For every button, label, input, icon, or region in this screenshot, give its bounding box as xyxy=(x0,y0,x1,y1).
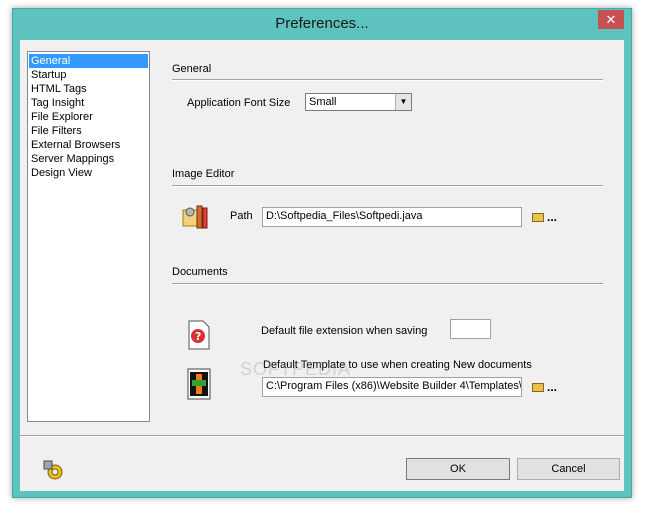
file-extension-label: Default file extension when saving xyxy=(261,325,428,337)
cancel-button[interactable]: Cancel xyxy=(517,458,620,480)
template-browse-button[interactable]: ... xyxy=(532,380,562,396)
font-size-select[interactable]: Small ▼ xyxy=(305,93,412,111)
image-editor-icon xyxy=(182,202,212,232)
general-section-title: General xyxy=(172,63,212,75)
font-size-value: Small xyxy=(309,96,337,108)
watermark-text: SOFTPEDIA xyxy=(240,359,352,379)
file-extension-input[interactable] xyxy=(450,319,491,339)
category-item-external-browsers[interactable]: External Browsers xyxy=(29,138,148,152)
category-item-tag-insight[interactable]: Tag Insight xyxy=(29,96,148,110)
image-editor-browse-button[interactable]: ... xyxy=(532,210,562,226)
window-title: Preferences... xyxy=(275,15,369,32)
tools-icon[interactable] xyxy=(42,459,64,481)
image-editor-path-input[interactable]: D:\Softpedia_Files\Softpedi.java xyxy=(262,207,522,227)
browse-dots: ... xyxy=(547,380,558,394)
path-label: Path xyxy=(230,210,253,222)
browse-dots: ... xyxy=(547,210,558,224)
documents-section-title: Documents xyxy=(172,266,228,278)
image-editor-section-title: Image Editor xyxy=(172,168,235,180)
folder-icon xyxy=(532,383,544,392)
category-item-general[interactable]: General xyxy=(29,54,148,68)
category-item-design-view[interactable]: Design View xyxy=(29,166,148,180)
close-icon: ✕ xyxy=(605,12,617,27)
general-divider xyxy=(172,79,603,81)
template-icon xyxy=(186,368,212,400)
title-bar[interactable]: Preferences... ✕ xyxy=(13,9,631,39)
category-item-file-filters[interactable]: File Filters xyxy=(29,124,148,138)
documents-divider xyxy=(172,283,603,285)
svg-text:?: ? xyxy=(195,330,201,343)
select-arrow-icon[interactable]: ▼ xyxy=(395,94,411,110)
bottom-divider xyxy=(20,435,624,437)
dialog-client-area: General Startup HTML Tags Tag Insight Fi… xyxy=(20,40,624,491)
template-path-input[interactable]: C:\Program Files (x86)\Website Builder 4… xyxy=(262,377,522,397)
folder-icon xyxy=(532,213,544,222)
preferences-window: Preferences... ✕ General Startup HTML Ta… xyxy=(12,8,632,498)
image-editor-divider xyxy=(172,185,603,187)
category-list[interactable]: General Startup HTML Tags Tag Insight Fi… xyxy=(27,51,150,422)
category-item-server-mappings[interactable]: Server Mappings xyxy=(29,152,148,166)
category-item-file-explorer[interactable]: File Explorer xyxy=(29,110,148,124)
close-button[interactable]: ✕ xyxy=(598,10,624,29)
font-size-label: Application Font Size xyxy=(187,97,291,109)
file-extension-icon: ? xyxy=(186,320,212,350)
category-item-html-tags[interactable]: HTML Tags xyxy=(29,82,148,96)
ok-button[interactable]: OK xyxy=(406,458,510,480)
category-item-startup[interactable]: Startup xyxy=(29,68,148,82)
